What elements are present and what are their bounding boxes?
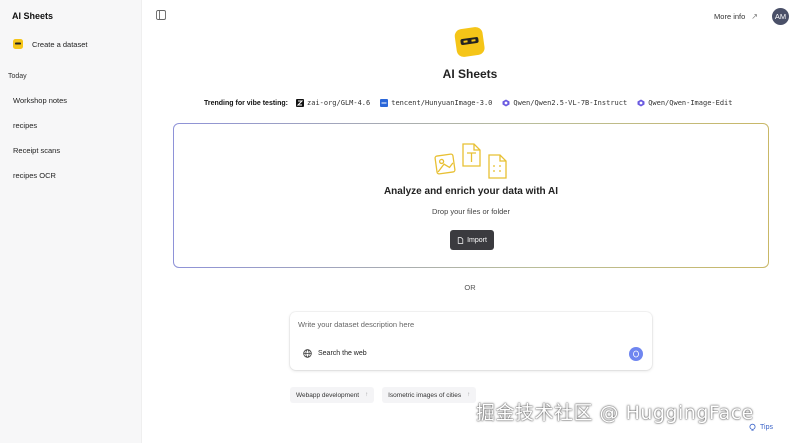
search-web-toggle[interactable]: Search the web [303,349,367,358]
header-actions: More info ↗ AM [714,8,789,25]
suggestion-label: Webapp development [296,391,360,399]
ai-sheets-logo-icon [13,39,23,49]
trending-model-label: Qwen/Qwen-Image-Edit [648,99,733,107]
zai-logo-icon [296,99,305,107]
file-types-icon [434,143,507,179]
file-dropzone[interactable]: Analyze and enrich your data with AI Dro… [173,123,769,268]
avatar[interactable]: AM [772,8,789,25]
dataset-description-input[interactable] [298,320,598,329]
suggestion-chip-webapp[interactable]: Webapp development ↑ [290,387,375,403]
tips-label: Tips [760,424,773,431]
sidebar: AI Sheets Create a dataset Today Worksho… [0,0,142,443]
suggestion-chips: Webapp development ↑ Isometric images of… [290,387,477,403]
arrow-up-icon: ↑ [467,392,471,398]
brand: AI Sheets [442,26,498,81]
watermark: 掘金技术社区 @ HuggingFace [476,402,754,424]
file-icon [457,236,464,244]
dataset-prompt-box: Search the web [290,312,652,370]
arrow-up-icon: ↑ [365,392,369,398]
more-info-label: More info [714,12,746,21]
trending-model-label: Qwen/Qwen2.5-VL-7B-Instruct [513,99,628,107]
suggestion-chip-isometric[interactable]: Isometric images of cities ↑ [382,387,477,403]
tips-button[interactable]: Tips [748,423,773,432]
sidebar-item-workshop-notes[interactable]: Workshop notes [13,96,67,105]
create-dataset-label: Create a dataset [32,39,88,49]
more-info-link[interactable]: More info ↗ [714,12,758,21]
trending-model-label: zai-org/GLM-4.6 [307,99,371,107]
import-button[interactable]: Import [450,230,494,250]
sidebar-toggle-icon[interactable] [156,10,166,20]
create-dataset-button[interactable]: Create a dataset [12,38,87,50]
suggestion-label: Isometric images of cities [388,391,462,399]
trending-model-qwen-vl[interactable]: Qwen/Qwen2.5-VL-7B-Instruct [502,99,627,107]
tencent-logo-icon [380,99,389,107]
lightbulb-icon [749,423,756,431]
trending-model-qwen-image[interactable]: Qwen/Qwen-Image-Edit [637,99,732,107]
dropzone-subtitle: Drop your files or folder [432,207,510,216]
ai-sheets-logo-icon [455,27,485,57]
trending-models: Trending for vibe testing: zai-org/GLM-4… [204,99,736,107]
sidebar-item-recipes[interactable]: recipes [13,121,37,130]
dropzone-title: Analyze and enrich your data with AI [383,186,559,197]
search-web-label: Search the web [318,350,367,357]
trending-model-glm[interactable]: zai-org/GLM-4.6 [296,99,370,107]
trending-label: Trending for vibe testing: [204,99,289,107]
qwen-logo-icon [502,99,510,107]
sidebar-title: AI Sheets [12,11,54,21]
qwen-logo-icon [637,99,645,107]
or-divider: OR [464,283,476,292]
trending-model-hunyuan[interactable]: tencent/HunyuanImage-3.0 [380,99,492,107]
trending-model-label: tencent/HunyuanImage-3.0 [391,99,493,107]
sidebar-section-today: Today [8,73,27,80]
send-button[interactable] [629,347,643,361]
external-arrow-icon: ↗ [751,12,758,21]
sidebar-item-receipt-scans[interactable]: Receipt scans [13,146,60,155]
brand-name: AI Sheets [442,67,498,81]
sidebar-item-recipes-ocr[interactable]: recipes OCR [13,171,56,180]
send-icon [633,350,639,358]
import-label: Import [467,236,487,244]
globe-icon [303,349,312,358]
